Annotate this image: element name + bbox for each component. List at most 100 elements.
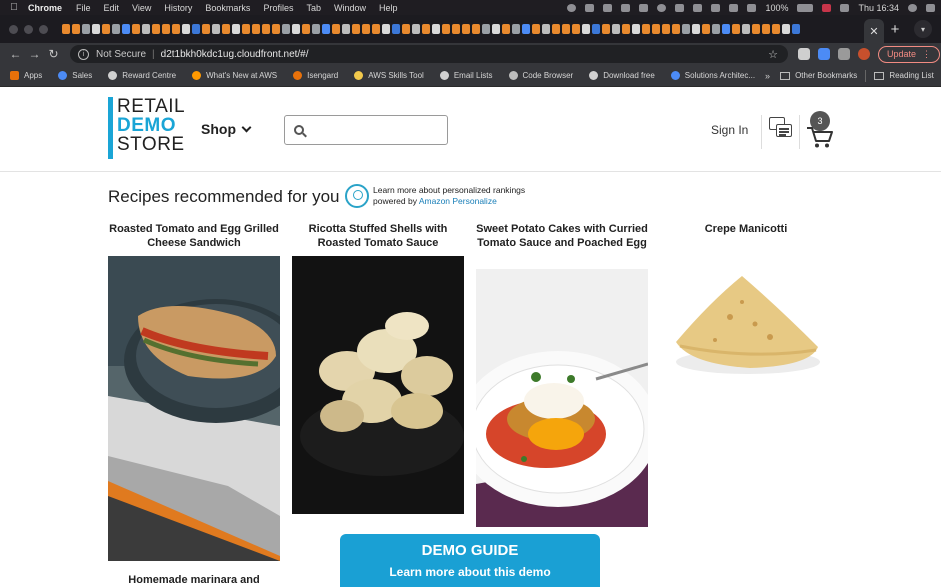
tab-search-icon[interactable]: ▾ bbox=[914, 20, 932, 38]
tab-favicon-icon[interactable] bbox=[562, 24, 570, 34]
reload-icon[interactable]: ↻ bbox=[44, 47, 63, 61]
maximize-window-button[interactable] bbox=[39, 24, 48, 34]
bookmark-item[interactable]: Apps bbox=[10, 71, 42, 80]
tray-icon[interactable] bbox=[621, 3, 631, 12]
flag-icon[interactable] bbox=[822, 3, 832, 12]
shield-icon[interactable] bbox=[603, 3, 613, 12]
tab-favicon-icon[interactable] bbox=[792, 24, 800, 34]
tab-favicon-icon[interactable] bbox=[152, 24, 160, 34]
avatar[interactable] bbox=[858, 48, 870, 60]
menu-edit[interactable]: Edit bbox=[104, 3, 120, 13]
tab-favicon-icon[interactable] bbox=[132, 24, 140, 34]
tab-favicon-icon[interactable] bbox=[162, 24, 170, 34]
recipe-title[interactable]: Homemade marinara and bbox=[108, 573, 280, 587]
menu-tab[interactable]: Tab bbox=[306, 3, 321, 13]
tab-favicon-icon[interactable] bbox=[742, 24, 750, 34]
bookmark-item[interactable]: Download free bbox=[589, 71, 655, 80]
menu-window[interactable]: Window bbox=[334, 3, 366, 13]
extension-icon[interactable] bbox=[798, 48, 810, 60]
recipe-card[interactable]: Ricotta Stuffed Shells with Roasted Toma… bbox=[292, 222, 464, 514]
recipe-image[interactable] bbox=[292, 256, 464, 514]
tab-favicon-icon[interactable] bbox=[62, 24, 70, 34]
tab-favicon-icon[interactable] bbox=[332, 24, 340, 34]
back-arrow-icon[interactable]: ← bbox=[6, 47, 25, 61]
tab-favicon-icon[interactable] bbox=[292, 24, 300, 34]
active-tab-close-icon[interactable]: ✕ bbox=[864, 19, 884, 43]
update-button[interactable]: Update ⋮ bbox=[878, 45, 941, 63]
menu-bookmarks[interactable]: Bookmarks bbox=[205, 3, 250, 13]
tab-favicon-icon[interactable] bbox=[232, 24, 240, 34]
airplay-icon[interactable] bbox=[729, 3, 739, 12]
tab-favicon-icon[interactable] bbox=[282, 24, 290, 34]
menu-profiles[interactable]: Profiles bbox=[263, 3, 293, 13]
bookmarks-more[interactable]: » bbox=[765, 71, 770, 81]
bookmark-item[interactable]: Solutions Architec... bbox=[670, 71, 755, 80]
search-input[interactable] bbox=[312, 118, 442, 142]
tab-favicon-icon[interactable] bbox=[532, 24, 540, 34]
tab-favicon-icon[interactable] bbox=[242, 24, 250, 34]
tab-favicon-icon[interactable] bbox=[762, 24, 770, 34]
menu-file[interactable]: File bbox=[76, 3, 91, 13]
reading-list[interactable]: Reading List bbox=[874, 71, 934, 80]
store-logo[interactable]: RETAIL DEMO STORE bbox=[108, 97, 190, 159]
close-window-button[interactable] bbox=[9, 24, 18, 34]
tab-favicon-icon[interactable] bbox=[612, 24, 620, 34]
tab-favicon-icon[interactable] bbox=[362, 24, 370, 34]
tab-favicon-icon[interactable] bbox=[772, 24, 780, 34]
recipe-title[interactable]: Crepe Manicotti bbox=[660, 222, 832, 236]
recipe-card[interactable]: Crepe Manicotti bbox=[660, 222, 832, 382]
app-menu[interactable]: Chrome bbox=[28, 3, 62, 13]
tab-favicon-icon[interactable] bbox=[352, 24, 360, 34]
tab-favicon-icon[interactable] bbox=[382, 24, 390, 34]
keyboard-icon[interactable] bbox=[840, 3, 850, 12]
info-icon[interactable]: i bbox=[78, 48, 89, 60]
volume-icon[interactable] bbox=[747, 3, 757, 12]
tab-favicon-icon[interactable] bbox=[602, 24, 610, 34]
tab-favicon-icon[interactable] bbox=[502, 24, 510, 34]
tab-favicon-icon[interactable] bbox=[492, 24, 500, 34]
tab-favicon-icon[interactable] bbox=[442, 24, 450, 34]
forward-arrow-icon[interactable]: → bbox=[25, 47, 44, 61]
tab-favicon-icon[interactable] bbox=[462, 24, 470, 34]
search-box[interactable] bbox=[284, 115, 448, 145]
tab-favicon-icon[interactable] bbox=[672, 24, 680, 34]
tab-favicon-icon[interactable] bbox=[272, 24, 280, 34]
tray-icon[interactable] bbox=[585, 3, 595, 12]
tab-favicon-icon[interactable] bbox=[512, 24, 520, 34]
tab-favicon-icon[interactable] bbox=[432, 24, 440, 34]
tab-favicon-icon[interactable] bbox=[222, 24, 230, 34]
puzzle-icon[interactable] bbox=[838, 48, 850, 60]
tab-favicon-icon[interactable] bbox=[452, 24, 460, 34]
demo-guide-button[interactable]: DEMO GUIDE Learn more about this demo bbox=[340, 534, 600, 587]
personalize-info[interactable]: Learn more about personalized rankings p… bbox=[345, 184, 525, 208]
tab-favicon-icon[interactable] bbox=[122, 24, 130, 34]
tab-favicon-icon[interactable] bbox=[682, 24, 690, 34]
tab-favicon-icon[interactable] bbox=[572, 24, 580, 34]
tab-favicon-icon[interactable] bbox=[552, 24, 560, 34]
tab-favicon-icon[interactable] bbox=[102, 24, 110, 34]
tab-favicon-icon[interactable] bbox=[72, 24, 80, 34]
tab-favicon-icon[interactable] bbox=[342, 24, 350, 34]
extension-icon[interactable] bbox=[818, 48, 830, 60]
bookmark-item[interactable]: What's New at AWS bbox=[192, 71, 277, 80]
bluetooth-icon[interactable] bbox=[693, 3, 703, 12]
recipe-image[interactable] bbox=[476, 269, 648, 527]
tab-favicon-icon[interactable] bbox=[312, 24, 320, 34]
recipe-title[interactable]: Sweet Potato Cakes with Curried Tomato S… bbox=[476, 222, 648, 250]
tab-favicon-icon[interactable] bbox=[582, 24, 590, 34]
new-tab-button[interactable]: + bbox=[884, 21, 906, 38]
recipe-title[interactable]: Roasted Tomato and Egg Grilled Cheese Sa… bbox=[108, 222, 280, 250]
bookmark-item[interactable]: AWS Skills Tool bbox=[354, 71, 424, 80]
tab-favicon-icon[interactable] bbox=[472, 24, 480, 34]
tab-favicon-icon[interactable] bbox=[422, 24, 430, 34]
tab-favicon-icon[interactable] bbox=[142, 24, 150, 34]
other-bookmarks[interactable]: Other Bookmarks bbox=[780, 71, 857, 80]
bookmark-star-icon[interactable]: ☆ bbox=[768, 48, 778, 61]
minimize-window-button[interactable] bbox=[24, 24, 33, 34]
tab-favicon-icon[interactable] bbox=[732, 24, 740, 34]
bookmark-item[interactable]: Email Lists bbox=[439, 71, 493, 80]
tray-icon[interactable] bbox=[639, 3, 649, 12]
menu-view[interactable]: View bbox=[132, 3, 151, 13]
tab-favicon-icon[interactable] bbox=[322, 24, 330, 34]
tab-favicon-icon[interactable] bbox=[652, 24, 660, 34]
